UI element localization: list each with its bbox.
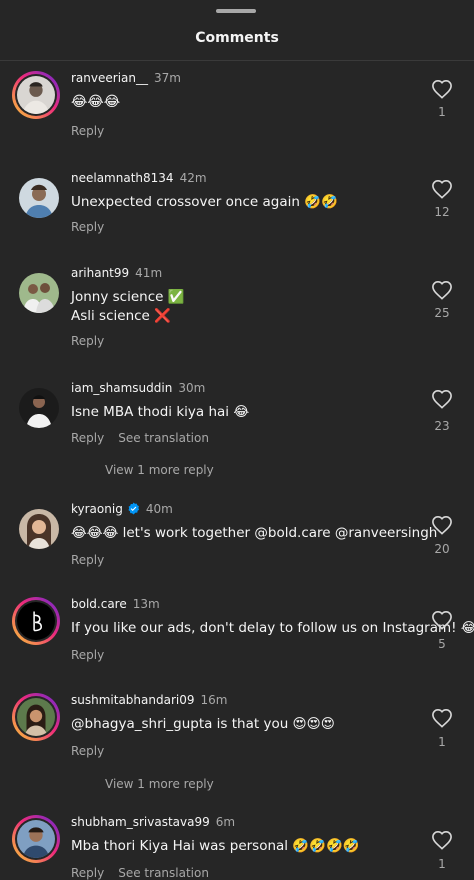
username[interactable]: kyraonig bbox=[71, 502, 123, 516]
username[interactable]: bold.care bbox=[71, 597, 127, 611]
heart-icon[interactable] bbox=[431, 179, 453, 199]
timestamp: 16m bbox=[200, 693, 228, 707]
header-divider bbox=[0, 60, 474, 61]
comment-text: Isne MBA thodi kiya hai 😂 bbox=[71, 404, 250, 420]
comment-meta: shubham_srivastava99 6m bbox=[71, 815, 235, 829]
avatar[interactable] bbox=[12, 693, 60, 741]
comment-meta: arihant99 41m bbox=[71, 266, 162, 280]
reply-button[interactable]: Reply bbox=[71, 866, 104, 880]
comment-meta: bold.care 13m bbox=[71, 597, 160, 611]
reply-button[interactable]: Reply bbox=[71, 431, 104, 445]
heart-icon[interactable] bbox=[431, 610, 453, 630]
username[interactable]: ranveerian__ bbox=[71, 71, 148, 85]
comments-sheet: Comments ranveerian__ 37m 😂😂😂 Reply 1 nee… bbox=[0, 0, 474, 880]
heart-icon[interactable] bbox=[431, 389, 453, 409]
timestamp: 30m bbox=[178, 381, 206, 395]
reply-button[interactable]: Reply bbox=[71, 744, 104, 758]
like-count: 23 bbox=[434, 419, 450, 433]
like-count: 25 bbox=[434, 306, 450, 320]
reply-button[interactable]: Reply bbox=[71, 553, 104, 567]
timestamp: 13m bbox=[132, 597, 160, 611]
timestamp: 42m bbox=[179, 171, 207, 185]
comment-text: 😂😂😂 let's work together @bold.care @ranv… bbox=[71, 525, 438, 541]
timestamp: 6m bbox=[215, 815, 236, 829]
avatar[interactable] bbox=[12, 597, 60, 645]
avatar[interactable] bbox=[12, 502, 60, 550]
view-more-replies-button[interactable]: View 1 more reply bbox=[105, 777, 214, 791]
view-more-replies-button[interactable]: View 1 more reply bbox=[105, 463, 214, 477]
comment-text: Jonny science ✅ Asli science ❌ bbox=[71, 289, 185, 324]
like-count: 20 bbox=[434, 542, 450, 556]
heart-icon[interactable] bbox=[431, 79, 453, 99]
username[interactable]: sushmitabhandari09 bbox=[71, 693, 195, 707]
username[interactable]: arihant99 bbox=[71, 266, 129, 280]
comment-text: Unexpected crossover once again 🤣🤣 bbox=[71, 194, 338, 210]
username[interactable]: shubham_srivastava99 bbox=[71, 815, 210, 829]
username[interactable]: iam_shamsuddin bbox=[71, 381, 172, 395]
comment-actions: Reply bbox=[71, 744, 118, 758]
heart-icon[interactable] bbox=[431, 708, 453, 728]
reply-button[interactable]: Reply bbox=[71, 220, 104, 234]
comment-actions: Reply See translation bbox=[71, 866, 223, 880]
comment-meta: kyraonig 40m bbox=[71, 502, 173, 516]
like-count: 1 bbox=[438, 105, 446, 119]
avatar[interactable] bbox=[12, 381, 60, 429]
comment-meta: sushmitabhandari09 16m bbox=[71, 693, 227, 707]
comment-actions: Reply bbox=[71, 220, 118, 234]
avatar[interactable] bbox=[12, 71, 60, 119]
comment-text: @bhagya_shri_gupta is that you 😍😍😍 bbox=[71, 716, 335, 732]
timestamp: 41m bbox=[135, 266, 163, 280]
see-translation-button[interactable]: See translation bbox=[118, 866, 209, 880]
comment-text: 😂😂😂 bbox=[71, 94, 121, 110]
comment-actions: Reply bbox=[71, 124, 118, 138]
like-count: 12 bbox=[434, 205, 450, 219]
comment-actions: Reply bbox=[71, 553, 118, 567]
comment-actions: Reply bbox=[71, 648, 118, 662]
comment-text: Mba thori Kiya Hai was personal 🤣🤣🤣🤣 bbox=[71, 838, 360, 854]
page-title: Comments bbox=[195, 30, 279, 46]
heart-icon[interactable] bbox=[431, 280, 453, 300]
reply-button[interactable]: Reply bbox=[71, 334, 104, 348]
reply-button[interactable]: Reply bbox=[71, 124, 104, 138]
timestamp: 40m bbox=[145, 502, 173, 516]
comment-meta: ranveerian__ 37m bbox=[71, 71, 181, 85]
avatar[interactable] bbox=[12, 815, 60, 863]
bold-care-logo-icon bbox=[17, 602, 55, 640]
username[interactable]: neelamnath8134 bbox=[71, 171, 174, 185]
comment-actions: Reply See translation bbox=[71, 431, 223, 445]
comment-actions: Reply bbox=[71, 334, 118, 348]
avatar[interactable] bbox=[12, 171, 60, 219]
like-count: 5 bbox=[438, 637, 446, 651]
comment-text: If you like our ads, don't delay to foll… bbox=[71, 620, 474, 636]
drag-handle[interactable] bbox=[216, 9, 256, 13]
heart-icon[interactable] bbox=[431, 830, 453, 850]
like-count: 1 bbox=[438, 735, 446, 749]
see-translation-button[interactable]: See translation bbox=[118, 431, 209, 445]
avatar[interactable] bbox=[12, 266, 60, 314]
timestamp: 37m bbox=[154, 71, 181, 85]
verified-badge-icon bbox=[128, 502, 139, 515]
comment-meta: neelamnath8134 42m bbox=[71, 171, 207, 185]
heart-icon[interactable] bbox=[431, 515, 453, 535]
reply-button[interactable]: Reply bbox=[71, 648, 104, 662]
comment-meta: iam_shamsuddin 30m bbox=[71, 381, 205, 395]
like-count: 1 bbox=[438, 857, 446, 871]
